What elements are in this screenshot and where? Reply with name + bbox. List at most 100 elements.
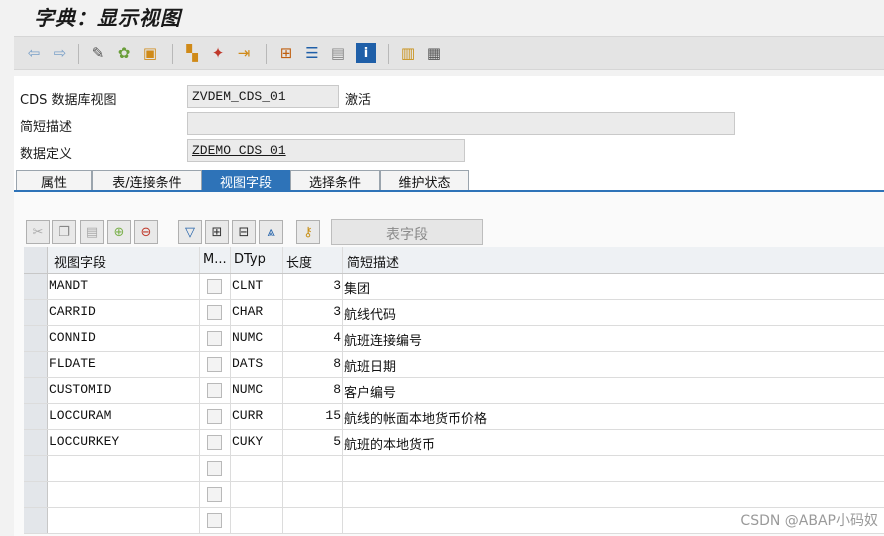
row-selector[interactable] bbox=[24, 456, 48, 481]
m-checkbox[interactable] bbox=[207, 383, 222, 398]
column-divider bbox=[199, 482, 200, 507]
column-divider bbox=[342, 404, 343, 429]
table-row[interactable]: CARRID CHAR 3 航线代码 bbox=[24, 300, 884, 326]
column-divider bbox=[230, 300, 231, 325]
field-name-cell[interactable]: FLDATE bbox=[49, 356, 96, 371]
column-header-desc[interactable]: 简短描述 bbox=[347, 252, 399, 271]
field-name-cell[interactable]: CONNID bbox=[49, 330, 96, 345]
column-divider bbox=[282, 430, 283, 455]
tab-selection-conditions[interactable]: 选择条件 bbox=[290, 170, 380, 191]
row-selector[interactable] bbox=[24, 352, 48, 377]
length-cell: 4 bbox=[333, 330, 341, 345]
table-row[interactable]: CONNID NUMC 4 航班连接编号 bbox=[24, 326, 884, 352]
column-header-m[interactable]: M... bbox=[203, 252, 227, 267]
where-used-icon[interactable]: ✦ bbox=[208, 43, 228, 63]
column-divider bbox=[282, 326, 283, 351]
watermark: CSDN @ABAP小码奴 bbox=[740, 513, 878, 529]
table-fields-icon[interactable]: ⊟ bbox=[232, 220, 256, 244]
filter-icon[interactable]: ▽ bbox=[178, 220, 202, 244]
tab-maintenance-status[interactable]: 维护状态 bbox=[380, 170, 469, 191]
table-row[interactable]: CUSTOMID NUMC 8 客户编号 bbox=[24, 378, 884, 404]
other-object-icon[interactable]: ✿ bbox=[114, 43, 134, 63]
desc-cell: 集团 bbox=[344, 282, 371, 297]
m-checkbox[interactable] bbox=[207, 487, 222, 502]
cds-view-field[interactable]: ZVDEM_CDS_01 bbox=[187, 85, 339, 108]
length-cell: 8 bbox=[333, 382, 341, 397]
tab-view-fields[interactable]: 视图字段 bbox=[202, 170, 290, 191]
column-divider bbox=[282, 508, 283, 533]
row-selector[interactable] bbox=[24, 482, 48, 507]
short-desc-field[interactable] bbox=[187, 112, 735, 135]
forward-icon[interactable]: ⇨ bbox=[50, 43, 70, 63]
data-definition-field[interactable]: ZDEMO_CDS_01 bbox=[187, 139, 465, 162]
object-list-icon[interactable]: ☰ bbox=[302, 43, 322, 63]
column-divider bbox=[342, 352, 343, 377]
row-selector[interactable] bbox=[24, 300, 48, 325]
key-icon[interactable]: ⚷ bbox=[296, 220, 320, 244]
m-checkbox[interactable] bbox=[207, 409, 222, 424]
m-checkbox[interactable] bbox=[207, 435, 222, 450]
table-row[interactable]: LOCCURAM CURR 15 航线的帐面本地货币价格 bbox=[24, 404, 884, 430]
copy-icon[interactable]: ❐ bbox=[52, 220, 76, 244]
short-desc-label: 简短描述 bbox=[20, 120, 73, 135]
column-divider bbox=[230, 482, 231, 507]
field-name-cell[interactable]: CARRID bbox=[49, 304, 96, 319]
tab-join-conditions[interactable]: 表/连接条件 bbox=[92, 170, 202, 191]
column-header-length[interactable]: 长度 bbox=[286, 252, 312, 271]
m-checkbox[interactable] bbox=[207, 357, 222, 372]
insert-row-icon[interactable]: ⊕ bbox=[107, 220, 131, 244]
column-header-dtyp[interactable]: DTyp bbox=[234, 252, 266, 267]
row-selector[interactable] bbox=[24, 326, 48, 351]
add-field-icon[interactable]: ⊞ bbox=[205, 220, 229, 244]
table-row[interactable] bbox=[24, 456, 884, 482]
column-divider bbox=[199, 274, 200, 299]
field-name-cell[interactable]: LOCCURAM bbox=[49, 408, 111, 423]
status-label: 激活 bbox=[345, 93, 372, 108]
edit-display-icon[interactable]: ✎ bbox=[88, 43, 108, 63]
m-checkbox[interactable] bbox=[207, 279, 222, 294]
field-name-cell[interactable]: LOCCURKEY bbox=[49, 434, 119, 449]
back-icon[interactable]: ⇦ bbox=[24, 43, 44, 63]
navigation-icon[interactable]: ⇥ bbox=[234, 43, 254, 63]
data-definition-link[interactable]: ZDEMO_CDS_01 bbox=[192, 143, 286, 158]
field-name-cell[interactable]: MANDT bbox=[49, 278, 88, 293]
dtype-cell: DATS bbox=[232, 356, 264, 371]
documentation-icon[interactable]: ▤ bbox=[328, 43, 348, 63]
activate-icon[interactable]: ▚ bbox=[182, 43, 202, 63]
m-checkbox[interactable] bbox=[207, 305, 222, 320]
column-header-field[interactable]: 视图字段 bbox=[54, 252, 106, 271]
select-all-cell[interactable] bbox=[24, 247, 48, 273]
field-name-cell[interactable]: CUSTOMID bbox=[49, 382, 111, 397]
row-selector[interactable] bbox=[24, 508, 48, 533]
info-icon[interactable]: i bbox=[356, 43, 376, 63]
toolbar-separator bbox=[172, 44, 173, 64]
cut-icon[interactable]: ✂ bbox=[26, 220, 50, 244]
row-selector[interactable] bbox=[24, 404, 48, 429]
column-divider bbox=[282, 456, 283, 481]
hierarchy-icon[interactable]: ⊞ bbox=[276, 43, 296, 63]
m-checkbox[interactable] bbox=[207, 461, 222, 476]
row-selector[interactable] bbox=[24, 274, 48, 299]
application-toolbar: ⇦ ⇨ ✎ ✿ ▣ ▚ ✦ ⇥ ⊞ ☰ ▤ i ▥ ▦ bbox=[14, 36, 884, 70]
table-row[interactable]: MANDT CLNT 3 集团 bbox=[24, 274, 884, 300]
sort-icon[interactable]: ⩓ bbox=[259, 220, 283, 244]
table-row[interactable]: LOCCURKEY CUKY 5 航班的本地货币 bbox=[24, 430, 884, 456]
m-checkbox[interactable] bbox=[207, 513, 222, 528]
columns-icon[interactable]: ▥ bbox=[398, 43, 418, 63]
table-field-button[interactable]: 表字段 bbox=[331, 219, 483, 245]
dtype-cell: CUKY bbox=[232, 434, 264, 449]
check-icon[interactable]: ▣ bbox=[140, 43, 160, 63]
m-checkbox[interactable] bbox=[207, 331, 222, 346]
column-divider bbox=[342, 378, 343, 403]
desc-cell: 航班连接编号 bbox=[344, 334, 423, 349]
column-divider bbox=[230, 508, 231, 533]
delete-row-icon[interactable]: ⊖ bbox=[134, 220, 158, 244]
tab-attributes[interactable]: 属性 bbox=[16, 170, 92, 191]
table-header: 视图字段 M... DTyp 长度 简短描述 bbox=[24, 247, 884, 274]
table-row[interactable]: FLDATE DATS 8 航班日期 bbox=[24, 352, 884, 378]
table-row[interactable] bbox=[24, 482, 884, 508]
row-selector[interactable] bbox=[24, 430, 48, 455]
table-icon[interactable]: ▦ bbox=[424, 43, 444, 63]
row-selector[interactable] bbox=[24, 378, 48, 403]
paste-icon[interactable]: ▤ bbox=[80, 220, 104, 244]
